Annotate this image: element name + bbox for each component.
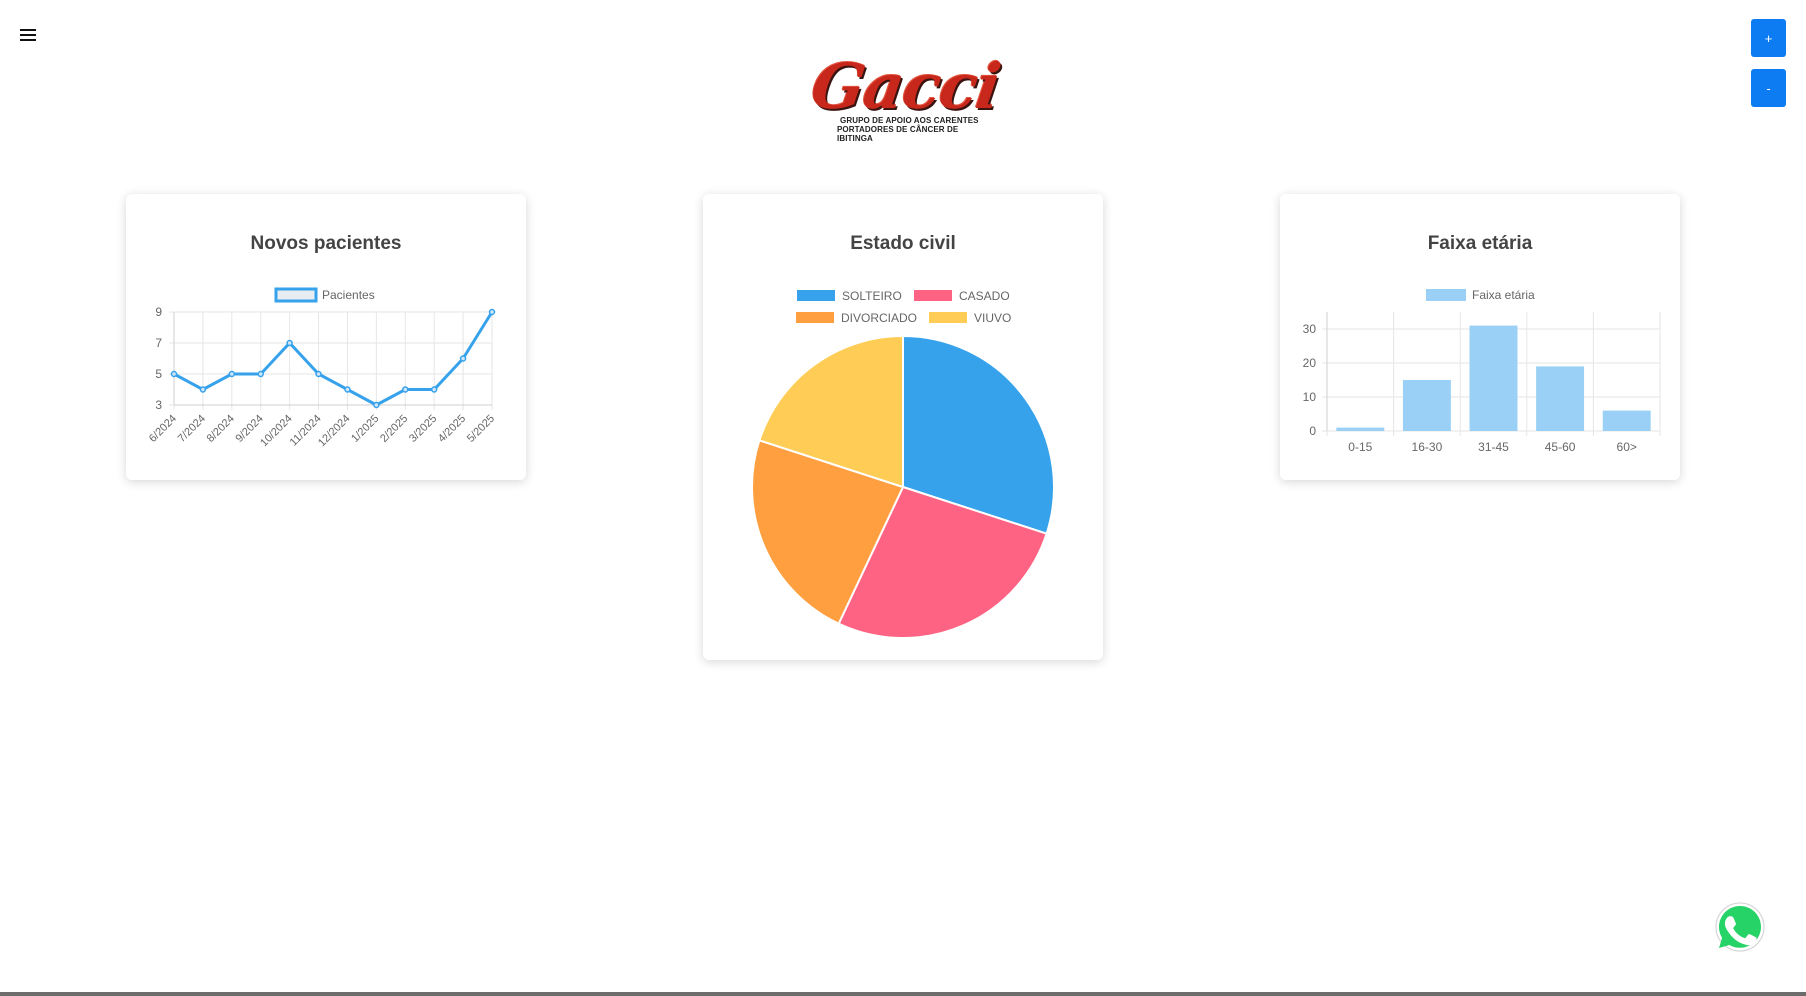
y-tick-label: 10 (1303, 390, 1317, 404)
bar-60> (1602, 410, 1651, 431)
logo-wordmark: Gacci (806, 50, 1005, 123)
logo-subtitle-line-2: PORTADORES DE CÂNCER DE IBITINGA (837, 125, 959, 143)
bottom-divider (0, 992, 1806, 996)
chart-card-novos-pacientes: Novos pacientes Pacientes 3579 6/2024 7/2… (126, 194, 526, 480)
data-point (228, 370, 236, 378)
hamburger-menu-icon[interactable] (20, 26, 42, 44)
legend: Pacientes (274, 287, 375, 303)
data-point (344, 386, 351, 393)
x-tick-label: 0-15 (1348, 440, 1372, 454)
x-tick-label: 45-60 (1545, 440, 1576, 454)
y-tick-label: 30 (1303, 322, 1317, 336)
data-point (315, 370, 322, 378)
data-point (459, 355, 467, 362)
x-tick-label: 31-45 (1478, 440, 1509, 454)
x-tick-label: 8/2024 (205, 413, 237, 445)
x-tick-label: 16-30 (1412, 440, 1443, 454)
y-tick-label: 3 (155, 398, 162, 412)
x-tick-label: 60> (1617, 440, 1637, 454)
gacci-logo: Gacci GRUPO DE APOIO AOS CARENTES PORTAD… (807, 50, 1004, 143)
y-tick-label: 20 (1303, 356, 1317, 370)
legend-swatch-divorciado (796, 312, 834, 323)
pie-chart: SOLTEIRO CASADO DIVORCIADO VIUVO (751, 289, 1055, 639)
bar-31-45 (1469, 325, 1518, 431)
x-tick-label: 6/2024 (147, 413, 179, 445)
x-tick-label: 4/2025 (436, 413, 468, 445)
data-point (257, 370, 264, 378)
data-point (170, 370, 178, 378)
data-point (199, 386, 207, 393)
x-tick-label: 1/2025 (349, 413, 381, 445)
x-tick-label: 5/2025 (465, 413, 497, 445)
bar-45-60 (1536, 366, 1585, 431)
legend-label-casado: CASADO (959, 289, 1010, 303)
line-chart: Pacientes 3579 6/20247/20248/20249/20241… (147, 287, 497, 450)
whatsapp-icon[interactable] (1714, 901, 1766, 953)
zoom-in-button[interactable]: + (1751, 19, 1786, 57)
bar-chart: Faixa etária 0 10 20 30 0-15 16-30 31-45 45-60… (1303, 288, 1661, 454)
x-tick-label: 10/2024 (258, 413, 295, 450)
chart-card-estado-civil: Estado civil SOLTEIRO CASADO DIVORCIADO VIU… (703, 194, 1103, 660)
y-tick-label: 9 (155, 305, 162, 319)
data-point (488, 308, 496, 316)
chart-card-faixa-etaria: Faixa etária Faixa etária 0 10 20 30 0-15 16… (1280, 194, 1680, 480)
legend: Faixa etária (1426, 288, 1535, 302)
series-line-pacientes (173, 311, 494, 407)
y-tick-label: 0 (1309, 424, 1316, 438)
legend-swatch-solteiro (797, 290, 835, 301)
legend-label-viuvo: VIUVO (974, 311, 1011, 325)
legend-swatch-pacientes (274, 287, 318, 303)
legend-label-faixa-etaria: Faixa etária (1472, 288, 1535, 302)
data-point (402, 386, 409, 393)
data-point (286, 339, 293, 347)
x-tick-label: 12/2024 (316, 413, 353, 450)
data-point (373, 401, 380, 409)
legend-label-pacientes: Pacientes (322, 288, 375, 302)
x-tick-label: 7/2024 (176, 413, 208, 445)
legend-label-solteiro: SOLTEIRO (842, 289, 902, 303)
legend-label-divorciado: DIVORCIADO (841, 311, 917, 325)
bar-16-30 (1402, 380, 1451, 431)
legend-swatch-faixa-etaria (1426, 289, 1466, 301)
x-tick-label: 2/2025 (378, 413, 410, 445)
y-tick-label: 7 (155, 336, 162, 350)
legend-swatch-casado (914, 290, 952, 301)
zoom-out-button[interactable]: - (1751, 69, 1786, 107)
legend-swatch-viuvo (929, 312, 967, 323)
x-tick-label: 3/2025 (407, 413, 439, 445)
y-tick-label: 5 (155, 367, 162, 381)
bar-0-15 (1336, 427, 1385, 431)
data-point (430, 386, 438, 393)
